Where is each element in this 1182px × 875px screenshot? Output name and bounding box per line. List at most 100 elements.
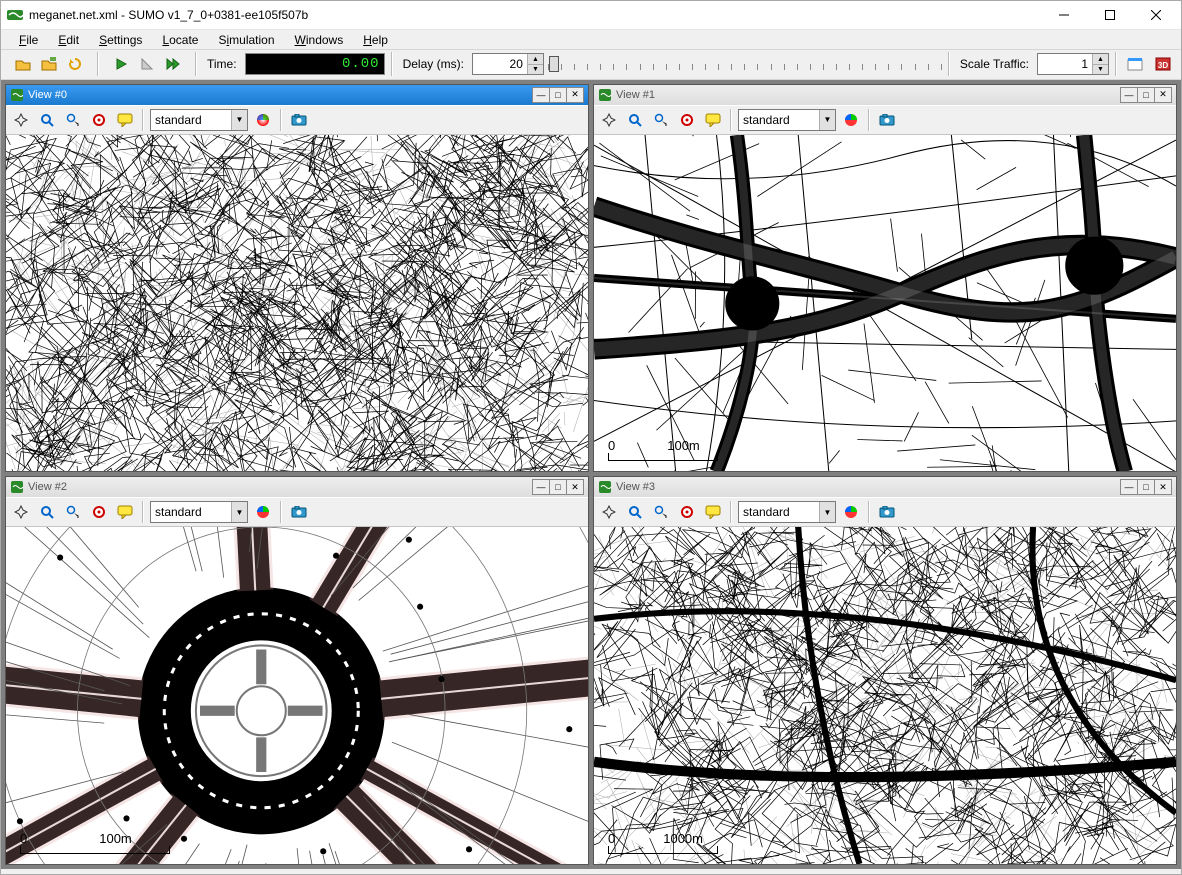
view-0-maximize[interactable]: □ (549, 87, 567, 103)
time-display: 0.00 (245, 53, 385, 75)
zoom-button[interactable] (624, 501, 646, 523)
svg-text:3D: 3D (1158, 61, 1168, 70)
window-buttons (1041, 1, 1179, 29)
tooltip-button[interactable] (702, 501, 724, 523)
zoom-select-button[interactable] (650, 109, 672, 131)
step-button[interactable] (135, 52, 159, 76)
minimize-button[interactable] (1041, 1, 1087, 29)
fast-forward-button[interactable] (161, 52, 185, 76)
chevron-down-icon: ▼ (819, 502, 835, 522)
color-wheel-button[interactable] (252, 109, 274, 131)
color-wheel-button[interactable] (840, 501, 862, 523)
open-network-button[interactable] (11, 52, 35, 76)
view-3-canvas[interactable]: 01000m (594, 527, 1176, 864)
scale-traffic-spinbox[interactable]: ▲▼ (1037, 53, 1109, 75)
zoom-select-button[interactable] (650, 501, 672, 523)
titlebar: meganet.net.xml - SUMO v1_7_0+0381-ee105… (1, 1, 1181, 30)
view-1-titlebar[interactable]: View #1 —□✕ (594, 85, 1176, 105)
view-2-title: View #2 (28, 481, 529, 493)
scale-down[interactable]: ▼ (1092, 65, 1108, 75)
screenshot-button[interactable] (288, 109, 310, 131)
view-1-title: View #1 (616, 89, 1117, 101)
recenter-button[interactable] (10, 109, 32, 131)
view-3-close[interactable]: ✕ (1154, 479, 1172, 495)
scale-up[interactable]: ▲ (1092, 54, 1108, 65)
color-wheel-button[interactable] (840, 109, 862, 131)
zoom-button[interactable] (36, 109, 58, 131)
view-0-titlebar[interactable]: View #0 — □ ✕ (6, 85, 588, 105)
screenshot-button[interactable] (876, 501, 898, 523)
view-icon (10, 88, 24, 102)
view-3-maximize[interactable]: □ (1137, 479, 1155, 495)
view-1-close[interactable]: ✕ (1154, 87, 1172, 103)
play-button[interactable] (109, 52, 133, 76)
view-3-titlebar[interactable]: View #3 —□✕ (594, 477, 1176, 497)
delay-up[interactable]: ▲ (527, 54, 543, 65)
slider-thumb[interactable] (549, 56, 559, 72)
zoom-select-button[interactable] (62, 501, 84, 523)
view-0-minimize[interactable]: — (532, 87, 550, 103)
screenshot-button[interactable] (876, 109, 898, 131)
color-scheme-combo[interactable]: standard▼ (150, 501, 248, 523)
recenter-button[interactable] (598, 501, 620, 523)
recenter-button[interactable] (598, 109, 620, 131)
delay-spinbox[interactable]: ▲▼ (472, 53, 544, 75)
menu-help[interactable]: Help (355, 31, 396, 49)
view-2-titlebar[interactable]: View #2 —□✕ (6, 477, 588, 497)
new-view-button[interactable] (1123, 52, 1147, 76)
view-0-title: View #0 (28, 89, 529, 101)
color-wheel-button[interactable] (252, 501, 274, 523)
view-2-maximize[interactable]: □ (549, 479, 567, 495)
color-scheme-combo[interactable]: standard▼ (150, 109, 248, 131)
view-2-close[interactable]: ✕ (566, 479, 584, 495)
view-1-minimize[interactable]: — (1120, 87, 1138, 103)
color-scheme-combo[interactable]: standard▼ (738, 501, 836, 523)
color-scheme-combo[interactable]: standard▼ (738, 109, 836, 131)
delay-input[interactable] (473, 54, 527, 74)
view-0-close[interactable]: ✕ (566, 87, 584, 103)
main-window: meganet.net.xml - SUMO v1_7_0+0381-ee105… (0, 0, 1182, 875)
zoom-button[interactable] (624, 109, 646, 131)
menu-simulation[interactable]: Simulation (210, 31, 282, 49)
scale-traffic-input[interactable] (1038, 54, 1092, 74)
view-0-canvas[interactable] (6, 135, 588, 472)
tooltip-button[interactable] (114, 109, 136, 131)
toolbar-separator (97, 52, 99, 76)
delay-slider[interactable] (548, 53, 942, 75)
view-3: View #3 —□✕ standard▼ 01000m (593, 476, 1177, 865)
reload-button[interactable] (63, 52, 87, 76)
zoom-button[interactable] (36, 501, 58, 523)
menu-locate[interactable]: Locate (154, 31, 206, 49)
view-1-maximize[interactable]: □ (1137, 87, 1155, 103)
mdi-area: View #0 — □ ✕ standard▼ (1, 80, 1181, 870)
locate-button[interactable] (88, 501, 110, 523)
menubar: File Edit Settings Locate Simulation Win… (1, 30, 1181, 50)
statusbar (1, 869, 1181, 874)
close-button[interactable] (1133, 1, 1179, 29)
new-3d-view-button[interactable]: 3D (1151, 52, 1175, 76)
maximize-button[interactable] (1087, 1, 1133, 29)
view-1-canvas[interactable]: 0100m (594, 135, 1176, 472)
time-label: Time: (203, 57, 241, 71)
recenter-button[interactable] (10, 501, 32, 523)
delay-down[interactable]: ▼ (527, 65, 543, 75)
view-3-title: View #3 (616, 481, 1117, 493)
menu-settings[interactable]: Settings (91, 31, 150, 49)
tooltip-button[interactable] (702, 109, 724, 131)
menu-edit[interactable]: Edit (50, 31, 87, 49)
view-2-canvas[interactable]: 0100m (6, 527, 588, 864)
view-2-minimize[interactable]: — (532, 479, 550, 495)
locate-button[interactable] (676, 501, 698, 523)
open-config-button[interactable] (37, 52, 61, 76)
view-3-minimize[interactable]: — (1120, 479, 1138, 495)
window-title: meganet.net.xml - SUMO v1_7_0+0381-ee105… (29, 8, 1041, 22)
menu-file[interactable]: File (11, 31, 46, 49)
main-toolbar: Time: 0.00 Delay (ms): ▲▼ Scale Traffic:… (1, 50, 1181, 79)
tooltip-button[interactable] (114, 501, 136, 523)
menu-windows[interactable]: Windows (287, 31, 352, 49)
locate-button[interactable] (88, 109, 110, 131)
locate-button[interactable] (676, 109, 698, 131)
chevron-down-icon: ▼ (819, 110, 835, 130)
zoom-select-button[interactable] (62, 109, 84, 131)
screenshot-button[interactable] (288, 501, 310, 523)
